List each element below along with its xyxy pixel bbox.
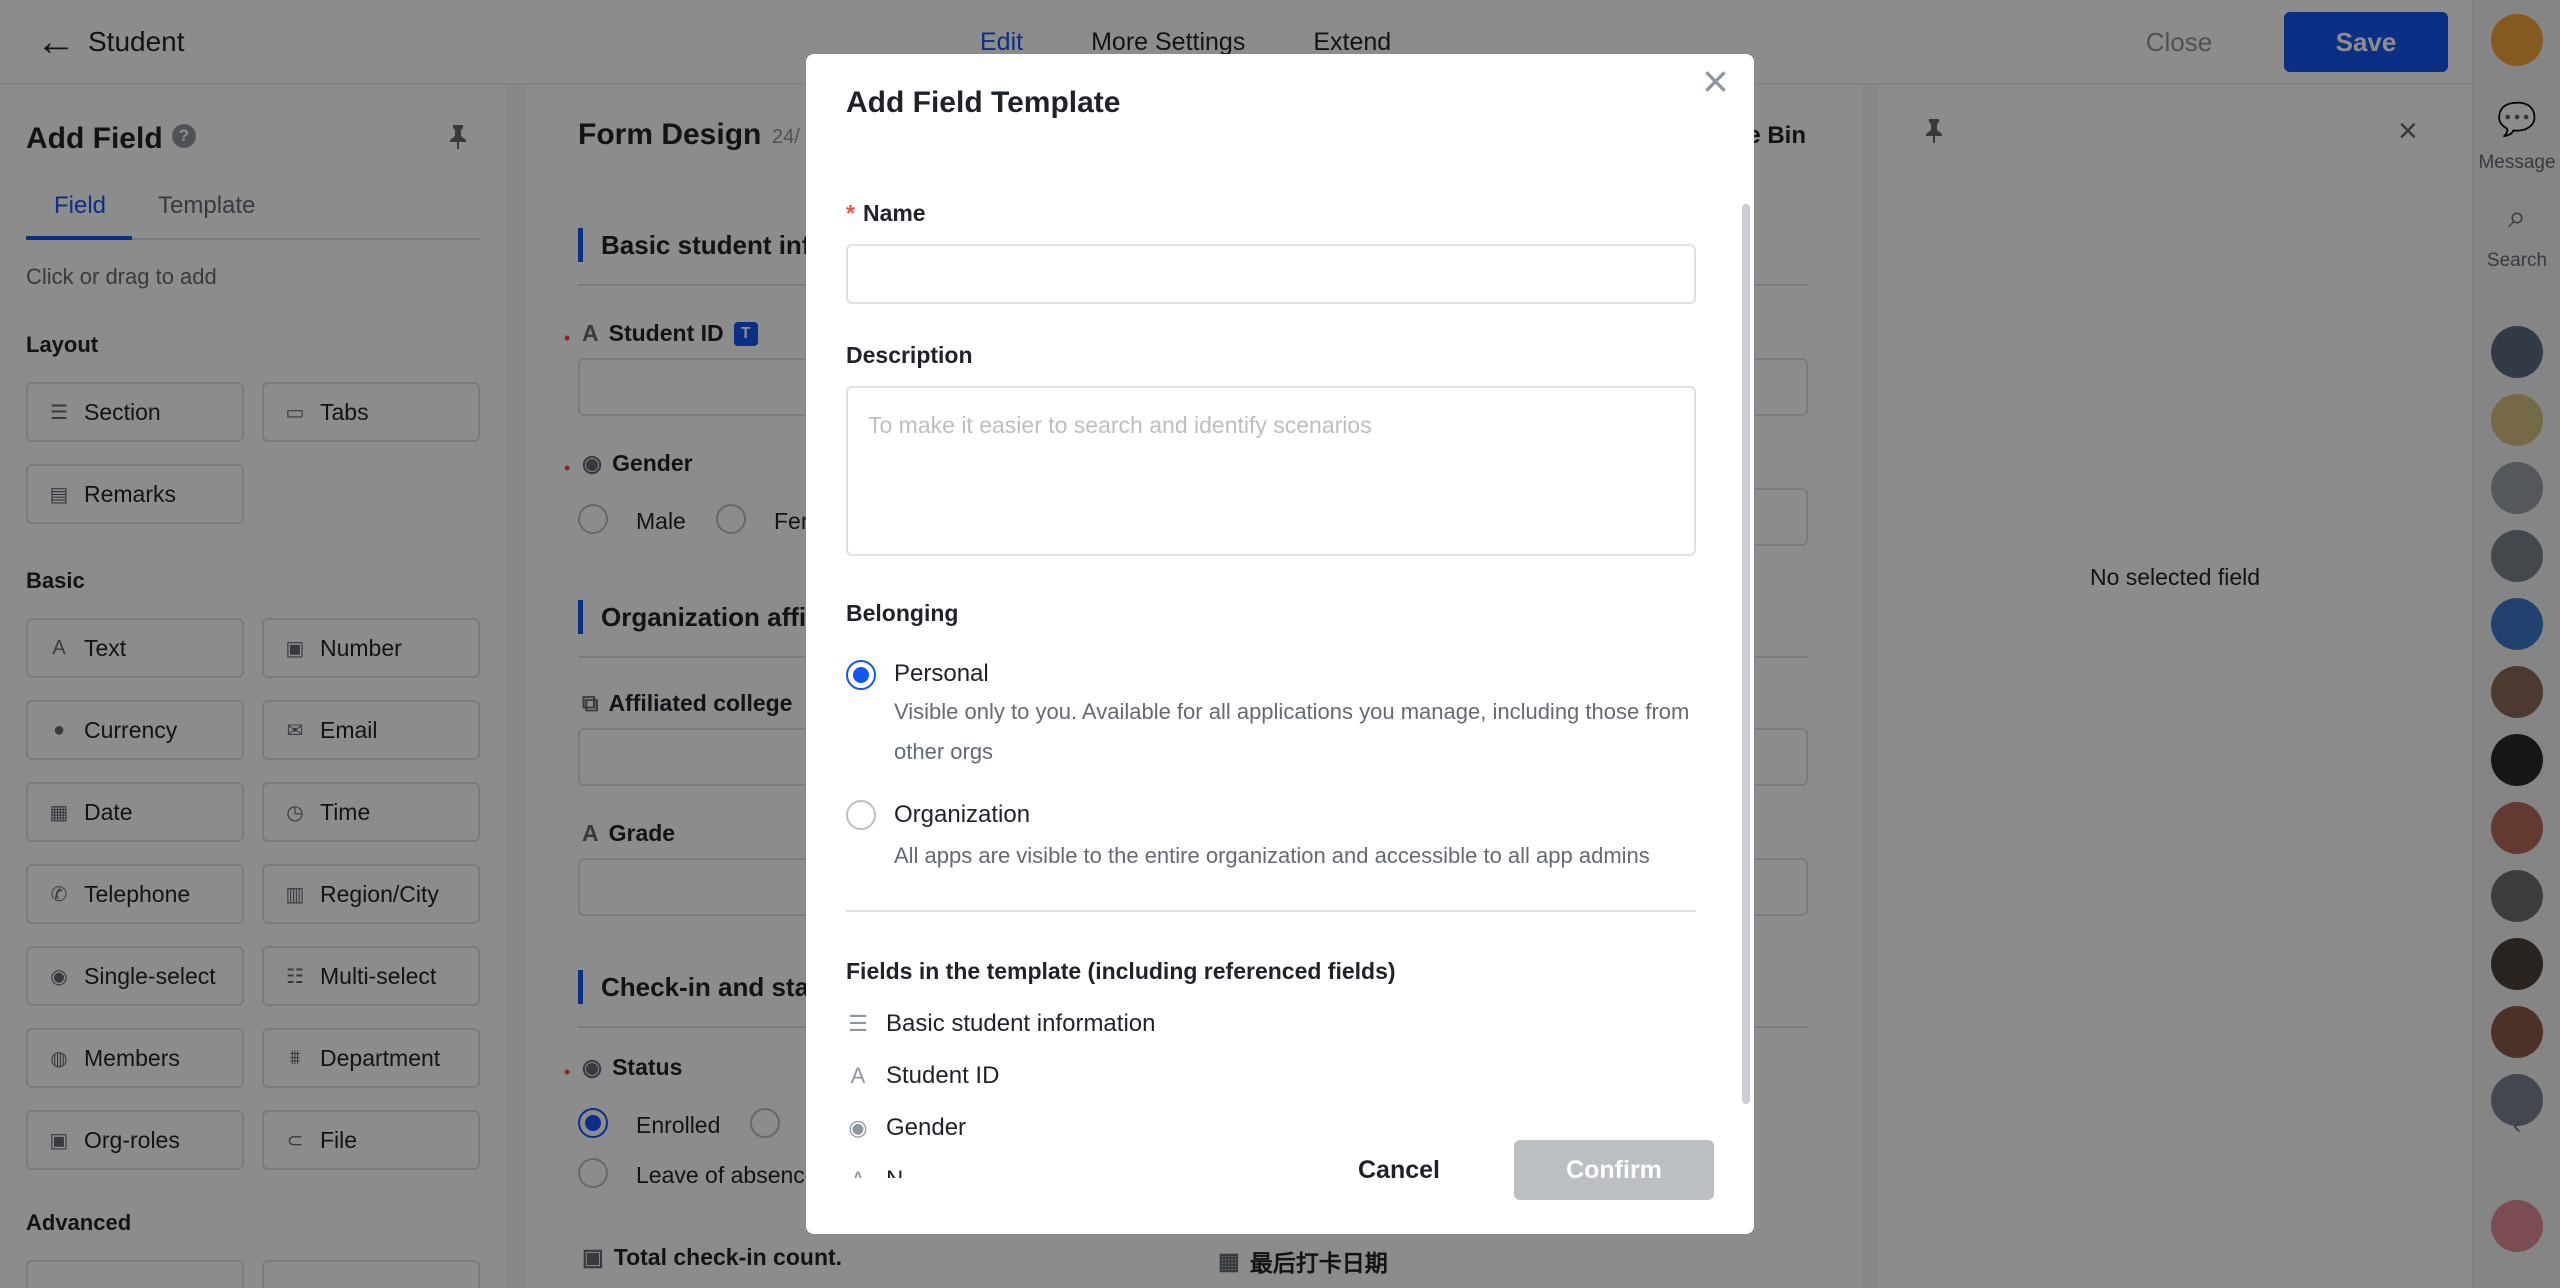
organization-option-description: All apps are visible to the entire organ… [894,843,1650,868]
organization-radio[interactable] [846,800,876,830]
belonging-label: Belonging [846,600,959,626]
confirm-button[interactable]: Confirm [1514,1140,1714,1200]
template-field-item: ☰ Basic student information [846,1010,1155,1038]
name-label: * Name [846,200,926,226]
cancel-button[interactable]: Cancel [1324,1140,1474,1200]
template-field-item: AN [846,1166,904,1178]
name-input[interactable] [846,244,1696,304]
template-field-item: ◉ Gender [846,1114,966,1142]
personal-option-title[interactable]: Personal [894,660,989,688]
scrollbar[interactable] [1742,204,1750,1104]
template-field-item: A Student ID [846,1062,1000,1090]
template-fields-label: Fields in the template (including refere… [846,958,1396,984]
required-star: * [846,200,855,226]
text-icon: A [850,1063,866,1088]
personal-radio[interactable] [846,660,876,690]
dialog-title: Add Field Template [846,86,1121,119]
organization-option-title[interactable]: Organization [894,801,1030,829]
text-icon: A [846,1167,870,1178]
section-icon: ☰ [848,1011,868,1036]
single-select-icon: ◉ [848,1115,868,1140]
dialog-body: * Name Description To make it easier to s… [806,140,1754,1178]
description-textarea[interactable]: To make it easier to search and identify… [846,386,1696,556]
close-icon[interactable]: × [1702,58,1729,104]
add-field-template-dialog: Add Field Template × * Name Description T… [806,54,1754,1234]
description-label: Description [846,342,973,368]
personal-option-description: Visible only to you. Available for all a… [894,699,1690,764]
divider [846,910,1696,912]
